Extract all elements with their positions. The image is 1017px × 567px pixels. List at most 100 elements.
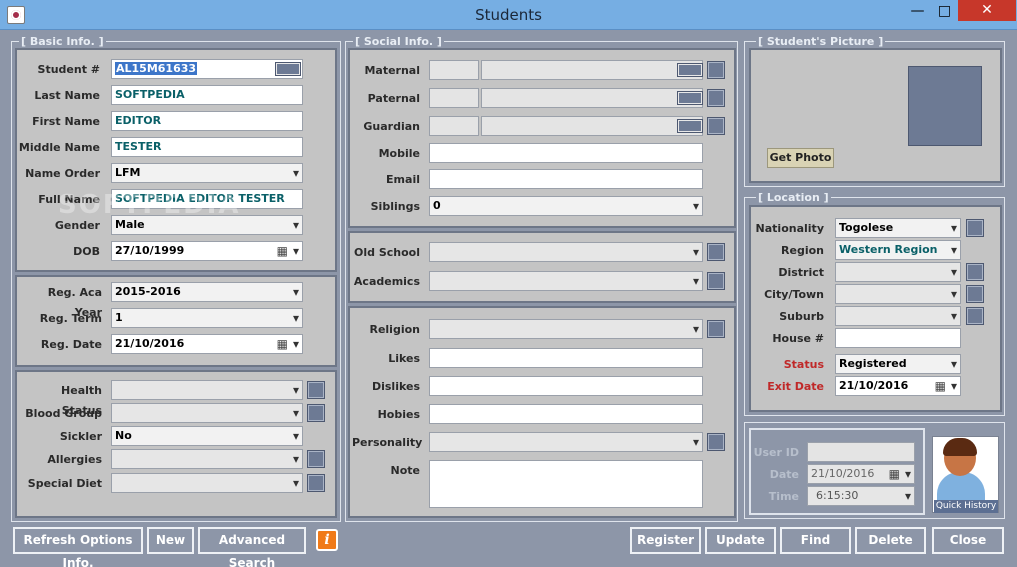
likes-label: Likes	[388, 352, 420, 365]
paternal-id-field[interactable]	[429, 88, 479, 108]
religion-add-button[interactable]	[707, 320, 725, 338]
allergies-label: Allergies	[47, 453, 102, 466]
personality-select[interactable]	[429, 432, 703, 452]
city-add-button[interactable]	[966, 285, 984, 303]
nationality-add-button[interactable]	[966, 219, 984, 237]
siblings-select[interactable]: 0	[429, 196, 703, 216]
guardian-add-button[interactable]	[707, 117, 725, 135]
note-textarea[interactable]	[429, 460, 703, 508]
blood-group-add-button[interactable]	[307, 404, 325, 422]
guardian-id-field[interactable]	[429, 116, 479, 136]
basic-identity-panel	[15, 48, 337, 272]
nationality-label: Nationality	[755, 222, 824, 235]
likes-field[interactable]	[429, 348, 703, 368]
date-label: Date	[769, 468, 799, 481]
old-school-select[interactable]	[429, 242, 703, 262]
religion-select[interactable]	[429, 319, 703, 339]
maternal-label: Maternal	[364, 64, 420, 77]
guardian-name-field[interactable]	[481, 116, 703, 136]
name-order-select[interactable]: LFM	[111, 163, 303, 183]
guardian-lookup-button[interactable]	[677, 119, 703, 133]
blood-group-select[interactable]	[111, 403, 303, 423]
exit-date-picker[interactable]: 21/10/2016	[835, 376, 961, 396]
user-id-field	[807, 442, 915, 462]
reg-term-label: Reg. Term	[39, 312, 102, 325]
health-status-add-button[interactable]	[307, 381, 325, 399]
health-status-select[interactable]	[111, 380, 303, 400]
maternal-add-button[interactable]	[707, 61, 725, 79]
personality-add-button[interactable]	[707, 433, 725, 451]
maternal-lookup-button[interactable]	[677, 63, 703, 77]
reg-year-select[interactable]: 2015-2016	[111, 282, 303, 302]
middle-name-field[interactable]: TESTER	[111, 137, 303, 157]
allergies-add-button[interactable]	[307, 450, 325, 468]
personality-label: Personality	[352, 436, 423, 449]
suburb-select[interactable]	[835, 306, 961, 326]
dislikes-field[interactable]	[429, 376, 703, 396]
hobies-label: Hobies	[377, 408, 420, 421]
paternal-lookup-button[interactable]	[677, 91, 703, 105]
audit-time-field: 6:15:30	[807, 486, 915, 506]
close-button[interactable]: Close	[932, 527, 1004, 554]
house-no-field[interactable]	[835, 328, 961, 348]
update-button[interactable]: Update	[705, 527, 776, 554]
sickler-select[interactable]: No	[111, 426, 303, 446]
advanced-search-button[interactable]: Advanced Search	[198, 527, 306, 567]
blood-group-label: Blood Group	[25, 407, 102, 420]
nationality-select[interactable]: Togolese	[835, 218, 961, 238]
exit-date-label: Exit Date	[767, 380, 824, 393]
paternal-label: Paternal	[367, 92, 420, 105]
city-select[interactable]	[835, 284, 961, 304]
window-close-button[interactable]: ✕	[958, 0, 1016, 21]
paternal-add-button[interactable]	[707, 89, 725, 107]
special-diet-add-button[interactable]	[307, 474, 325, 492]
reg-term-select[interactable]: 1	[111, 308, 303, 328]
paternal-name-field[interactable]	[481, 88, 703, 108]
mobile-field[interactable]	[429, 143, 703, 163]
register-button[interactable]: Register	[630, 527, 701, 554]
special-diet-select[interactable]	[111, 473, 303, 493]
siblings-label: Siblings	[370, 200, 420, 213]
social-info-title: [ Social Info. ]	[353, 35, 444, 48]
delete-button[interactable]: Delete	[855, 527, 926, 554]
suburb-label: Suburb	[779, 310, 824, 323]
info-icon[interactable]: i	[316, 529, 338, 551]
district-select[interactable]	[835, 262, 961, 282]
quick-history-label: Quick History	[934, 500, 998, 513]
student-no-lookup-button[interactable]	[275, 62, 301, 76]
minimize-button[interactable]: —	[904, 1, 931, 22]
maximize-button[interactable]: □	[931, 1, 958, 22]
picture-title: [ Student's Picture ]	[756, 35, 886, 48]
maternal-id-field[interactable]	[429, 60, 479, 80]
new-button[interactable]: New	[147, 527, 194, 554]
email-field[interactable]	[429, 169, 703, 189]
region-select[interactable]: Western Region	[835, 240, 961, 260]
watermark-text: SOFTPEDIA	[58, 190, 241, 220]
hobies-field[interactable]	[429, 404, 703, 424]
window-title: Students	[475, 6, 542, 24]
last-name-field[interactable]: SOFTPEDIA	[111, 85, 303, 105]
dob-label: DOB	[73, 245, 100, 258]
maternal-name-field[interactable]	[481, 60, 703, 80]
suburb-add-button[interactable]	[966, 307, 984, 325]
old-school-add-button[interactable]	[707, 243, 725, 261]
get-photo-button[interactable]: Get Photo	[767, 148, 834, 168]
student-no-label: Student #	[37, 63, 100, 76]
guardian-label: Guardian	[363, 120, 420, 133]
academics-add-button[interactable]	[707, 272, 725, 290]
reg-date-picker[interactable]: 21/10/2016	[111, 334, 303, 354]
status-select[interactable]: Registered	[835, 354, 961, 374]
district-label: District	[778, 266, 824, 279]
dob-date-picker[interactable]: 27/10/1999	[111, 241, 303, 261]
first-name-field[interactable]: EDITOR	[111, 111, 303, 131]
find-button[interactable]: Find	[780, 527, 851, 554]
refresh-options-button[interactable]: Refresh Options Info.	[13, 527, 143, 567]
student-no-value: AL15M61633	[115, 62, 198, 75]
allergies-select[interactable]	[111, 449, 303, 469]
email-label: Email	[386, 173, 420, 186]
location-title: [ Location ]	[756, 191, 831, 204]
avatar-hair	[943, 438, 977, 456]
academics-select[interactable]	[429, 271, 703, 291]
name-order-label: Name Order	[25, 167, 100, 180]
district-add-button[interactable]	[966, 263, 984, 281]
